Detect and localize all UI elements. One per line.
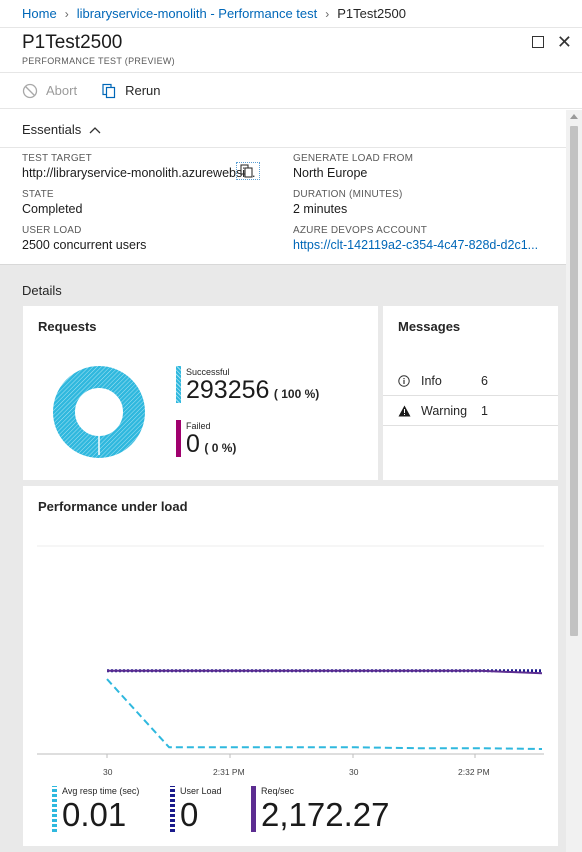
failed-stat: Failed 0 ( 0 %) [186, 421, 236, 457]
warning-count: 1 [481, 404, 488, 418]
warning-icon [398, 405, 410, 417]
successful-stat: Successful 293256 ( 100 %) [186, 367, 319, 403]
metric-legend-bar [52, 786, 57, 832]
rerun-button[interactable]: Rerun [101, 83, 161, 99]
close-icon[interactable]: ✕ [557, 33, 572, 51]
message-row-warning[interactable]: Warning 1 [383, 396, 558, 426]
test-target-label: TEST TARGET [22, 153, 92, 164]
divider [383, 425, 558, 426]
generate-load-label: GENERATE LOAD FROM [293, 153, 414, 164]
metric-label: Avg resp time (sec) [62, 786, 140, 796]
toolbar: Abort Rerun [0, 72, 582, 109]
state-value: Completed [22, 202, 83, 216]
rerun-label: Rerun [125, 83, 161, 98]
warning-label: Warning [421, 404, 468, 418]
devops-prop: AZURE DEVOPS ACCOUNT https://clt-142119a… [293, 225, 555, 252]
divider [0, 147, 566, 148]
performance-line-chart [37, 545, 544, 758]
x-tick-label: 30 [349, 767, 359, 777]
performance-card[interactable]: Performance under load 30 2:31 PM 30 2:3… [23, 486, 558, 846]
breadcrumb-home-link[interactable]: Home [22, 6, 57, 21]
details-label: Details [22, 283, 62, 298]
devops-label: AZURE DEVOPS ACCOUNT [293, 225, 428, 236]
info-count: 6 [481, 374, 488, 388]
failed-pct: ( 0 %) [204, 441, 237, 455]
chevron-right-icon: › [325, 6, 330, 21]
page-subtitle: PERFORMANCE TEST (PREVIEW) [22, 56, 175, 66]
info-label: Info [421, 374, 442, 388]
scrollbar-thumb[interactable] [570, 126, 578, 636]
breadcrumb-current: P1Test2500 [337, 6, 406, 21]
successful-value: 293256 [186, 376, 270, 404]
failed-legend-bar [176, 420, 181, 457]
x-tick-label: 2:32 PM [458, 767, 490, 777]
copy-icon [240, 164, 253, 178]
state-prop: STATE Completed [22, 189, 82, 216]
series-line-avg-resp-time-sec [106, 678, 543, 750]
messages-card[interactable]: Messages Info 6 Warning 1 [383, 306, 558, 480]
essentials-toggle[interactable]: Essentials [22, 122, 101, 137]
duration-prop: DURATION (MINUTES) 2 minutes [293, 189, 403, 216]
metric-value: 0 [180, 796, 199, 833]
chevron-right-icon: › [64, 6, 69, 21]
essentials-label: Essentials [22, 122, 82, 137]
failed-value: 0 [186, 430, 200, 458]
user-load-prop: USER LOAD 2500 concurrent users [22, 225, 146, 252]
duration-value: 2 minutes [293, 202, 348, 216]
message-row-info[interactable]: Info 6 [383, 366, 558, 396]
abort-icon [22, 83, 38, 98]
blade-content: Essentials TEST TARGET http://libraryser… [0, 110, 566, 852]
page-title: P1Test2500 [22, 32, 123, 53]
test-target-value: http://libraryservice-monolith.azurewebs… [22, 166, 256, 180]
x-tick-label: 2:31 PM [213, 767, 245, 777]
messages-title: Messages [398, 319, 461, 334]
successful-legend-bar [176, 366, 181, 403]
test-target-prop: TEST TARGET http://libraryservice-monoli… [22, 153, 258, 180]
info-icon [398, 375, 410, 387]
requests-donut-chart [53, 366, 145, 458]
copy-icon [102, 83, 116, 98]
metric-label: Req/sec [261, 786, 295, 796]
vertical-scrollbar[interactable] [566, 110, 582, 852]
scroll-up-icon[interactable] [570, 114, 578, 119]
user-load-label: USER LOAD [22, 225, 82, 236]
chevron-up-icon [89, 126, 101, 133]
metric-value: 2,172.27 [261, 796, 390, 833]
state-label: STATE [22, 189, 54, 200]
duration-label: DURATION (MINUTES) [293, 189, 403, 200]
metric-label: User Load [180, 786, 222, 796]
metric-legend-bar [251, 786, 256, 832]
successful-pct: ( 100 %) [273, 387, 320, 401]
devops-account-link[interactable]: https://clt-142119a2-c354-4c47-828d-d2c1… [293, 238, 538, 252]
devops-value: https://clt-142119a2-c354-4c47-828d-d2c1… [293, 238, 555, 252]
details-section: Details Requests Successful 293256 ( 100… [0, 264, 566, 852]
maximize-icon[interactable] [532, 36, 544, 48]
x-tick-label: 30 [103, 767, 113, 777]
abort-label: Abort [46, 83, 78, 98]
generate-load-prop: GENERATE LOAD FROM North Europe [293, 153, 413, 180]
blade-header: P1Test2500 PERFORMANCE TEST (PREVIEW) [22, 32, 175, 66]
generate-load-value: North Europe [293, 166, 368, 180]
breadcrumb: Home › libraryservice-monolith - Perform… [0, 0, 582, 28]
metric-legend-bar [170, 786, 175, 832]
requests-card[interactable]: Requests Successful 293256 ( 100 %) Fail… [23, 306, 378, 480]
user-load-value: 2500 concurrent users [22, 238, 147, 252]
breadcrumb-parent-link[interactable]: libraryservice-monolith - Performance te… [77, 6, 318, 21]
abort-button[interactable]: Abort [22, 83, 77, 99]
metric-value: 0.01 [62, 796, 127, 833]
requests-title: Requests [38, 319, 97, 334]
